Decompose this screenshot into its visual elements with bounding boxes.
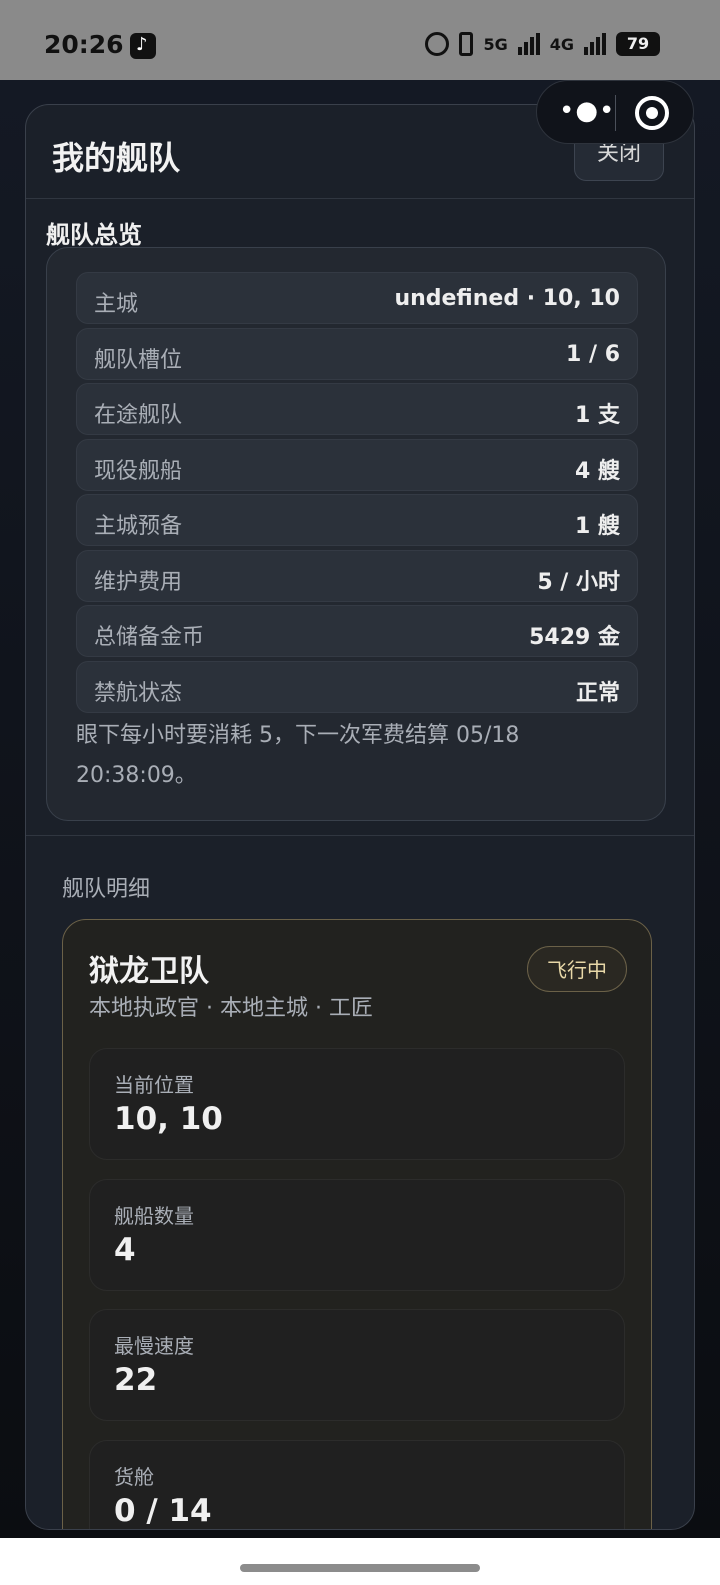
alarm-icon [425,32,450,56]
status-time: 20:26 [44,30,124,59]
stat-value: 5429 金 [529,625,620,650]
stat-value: undefined · 10, 10 [394,286,620,311]
more-icon[interactable]: •●• [559,98,614,126]
tiktok-icon [130,33,156,59]
fleet-panel: 我的舰队 关闭 舰队总览 主城 undefined · 10, 10 舰队槽位 … [25,104,695,1530]
info-box-location: 当前位置 10, 10 [89,1048,625,1160]
stat-value: 1 / 6 [566,342,620,367]
stat-label: 总储备金币 [94,625,205,650]
overview-card: 主城 undefined · 10, 10 舰队槽位 1 / 6 在途舰队 1 … [46,247,666,821]
stat-value: 4 艘 [575,459,620,484]
stat-label: 主城预备 [94,514,183,539]
stat-row-maintenance: 维护费用 5 / 小时 [76,550,638,602]
info-box-cargo: 货舱 0 / 14 [89,1440,625,1529]
section-divider [26,835,694,836]
stat-row-in-transit: 在途舰队 1 支 [76,383,638,435]
info-value: 0 / 14 [114,1493,212,1529]
stat-value: 正常 [575,681,620,706]
fleet-name: 狱龙卫队 [89,954,209,989]
stat-row-fleet-slots: 舰队槽位 1 / 6 [76,328,638,380]
status-icons: 5G 4G 79 [425,32,660,56]
battery-icon: 79 [616,32,660,56]
network-5g-label: 5G [483,34,508,54]
signal-icon [517,33,540,55]
fleet-card[interactable]: 狱龙卫队 本地执政官 · 本地主城 · 工匠 飞行中 当前位置 10, 10 舰… [62,919,652,1529]
status-badge: 飞行中 [527,946,627,992]
status-bar: 20:26 5G 4G 79 [0,0,720,80]
info-box-ship-count: 舰船数量 4 [89,1179,625,1291]
info-label: 舰船数量 [114,1204,194,1228]
info-label: 最慢速度 [114,1334,194,1358]
page-title: 我的舰队 [52,139,181,177]
vibrate-icon [459,32,474,56]
detail-heading: 舰队明细 [62,877,151,902]
stat-label: 主城 [94,292,139,317]
signal-icon-2 [584,33,606,55]
capsule-divider [615,95,616,131]
overview-title: 舰队总览 [46,221,142,249]
mini-program-capsule: •●• [536,80,694,144]
stat-value: 5 / 小时 [537,570,620,595]
info-label: 当前位置 [114,1073,194,1097]
stat-value: 1 艘 [575,514,620,539]
info-box-slowest-speed: 最慢速度 22 [89,1309,625,1421]
stat-label: 禁航状态 [94,681,183,706]
stat-row-main-city: 主城 undefined · 10, 10 [76,272,638,324]
info-label: 货舱 [114,1465,154,1489]
stat-label: 维护费用 [94,570,183,595]
stat-row-reserve: 主城预备 1 艘 [76,494,638,546]
overview-note: 眼下每小时要消耗 5，下一次军费结算 05/18 20:38:09。 [76,723,520,788]
home-indicator[interactable] [240,1564,480,1572]
stat-value: 1 支 [575,403,620,428]
close-program-icon[interactable] [635,96,669,130]
fleet-subtitle: 本地执政官 · 本地主城 · 工匠 [89,996,373,1021]
stat-label: 现役舰船 [94,459,183,484]
stat-row-gold: 总储备金币 5429 金 [76,605,638,657]
stat-row-navigation-ban: 禁航状态 正常 [76,661,638,713]
info-value: 22 [114,1362,158,1398]
info-value: 10, 10 [114,1101,223,1137]
stat-row-active-ships: 现役舰船 4 艘 [76,439,638,491]
network-4g-label: 4G [549,34,574,54]
info-value: 4 [114,1232,136,1268]
system-bottom-bar [0,1538,720,1585]
stat-label: 舰队槽位 [94,348,183,373]
stat-label: 在途舰队 [94,403,183,428]
